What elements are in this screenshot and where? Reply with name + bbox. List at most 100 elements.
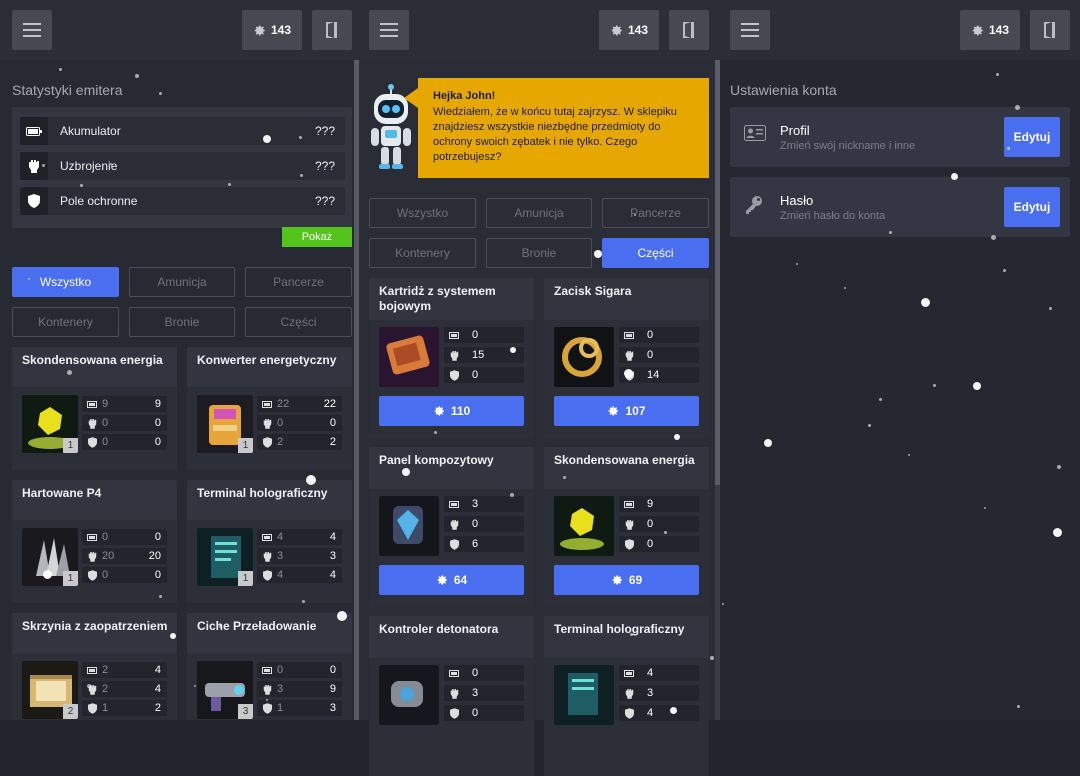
menu-button[interactable] [369,10,409,50]
coins-counter[interactable]: 143 [599,10,659,50]
stat-value: ??? [314,124,335,138]
item-name: Skondensowana energia [22,353,163,367]
top-bar: 143 [720,0,1080,60]
stat-value: 0 [472,707,479,719]
buy-button[interactable]: 69 [554,565,699,595]
battery-icon [257,666,277,674]
shop-card[interactable]: Zacisk Sigara 0 0 14 107 [544,278,709,438]
base-value: 3 [277,550,284,562]
gear-icon [434,406,444,416]
stat-value: 0 [472,329,479,341]
price: 110 [450,404,471,418]
menu-button[interactable] [730,10,770,50]
logout-button[interactable] [1030,10,1070,50]
tab-1[interactable]: Amunicja [486,198,592,228]
stat-value: 3 [647,687,654,699]
fist-icon [619,688,639,699]
snowflake [920,297,930,307]
shop-card[interactable]: Panel kompozytowy 3 0 6 64 [369,447,534,607]
profile-title: Profil [780,123,810,138]
item-image [554,496,614,556]
inventory-card[interactable]: Konwerter energetyczny 1 22 22 0 0 2 2 [187,347,352,470]
total-value: 0 [154,436,161,448]
snowflake [722,603,724,605]
show-button[interactable]: Pokaż [282,227,352,247]
edit-password-button[interactable]: Edytuj [1004,187,1060,227]
stat-row: 99 [82,396,167,412]
item-image: 1 [197,528,253,586]
quantity-badge: 1 [238,438,253,453]
total-value: 0 [154,569,161,581]
edit-profile-button[interactable]: Edytuj [1004,117,1060,157]
top-bar: 143 [0,0,359,60]
tab-3[interactable]: Kontenery [369,238,476,268]
item-image [554,665,614,725]
base-value: 0 [102,569,109,581]
shop-card[interactable]: Skondensowana energia 9 0 0 69 [544,447,709,607]
stat-row: 3 [444,685,524,701]
top-bar: 143 [359,0,720,60]
buy-button[interactable]: 107 [554,396,699,426]
logout-button[interactable] [312,10,352,50]
stat-row: 33 [257,548,342,564]
base-value: 4 [277,531,284,543]
snowflake [764,439,772,447]
tab-2[interactable]: Pancerze [602,198,709,228]
snowflake [973,382,981,390]
fist-icon [257,684,277,695]
snowflake [594,250,602,258]
menu-button[interactable] [12,10,52,50]
tab-5[interactable]: Części [245,307,352,337]
stat-row: 4 [619,665,699,681]
battery-icon [444,669,464,677]
password-subtitle: Zmień hasło do konta [780,210,886,222]
buy-button[interactable]: 110 [379,396,524,426]
base-value: 2 [277,436,284,448]
fist-icon [82,418,102,429]
coins-counter[interactable]: 143 [242,10,302,50]
shop-card[interactable]: Terminal holograficzny 4 3 4 [544,616,709,776]
snowflake [669,706,677,714]
base-value: 4 [277,569,284,581]
stat-value: 0 [647,329,654,341]
buy-button[interactable]: 64 [379,565,524,595]
total-value: 4 [329,531,336,543]
inventory-card[interactable]: Ciche Przeładowanie 3 0 0 3 9 1 3 [187,613,352,720]
inventory-card[interactable]: Skondensowana energia 1 9 9 0 0 0 0 [12,347,177,470]
base-value: 0 [277,417,284,429]
snowflake [58,67,62,71]
gear-icon [437,575,447,585]
total-value: 2 [154,702,161,714]
fist-icon [82,551,102,562]
tab-0[interactable]: Wszystko [12,267,119,297]
section-title: Ustawienia konta [730,82,837,98]
snowflake [227,182,231,186]
coins-counter[interactable]: 143 [960,10,1020,50]
tab-2[interactable]: Pancerze [245,267,352,297]
snowflake [796,263,798,265]
gear-icon [611,24,622,36]
item-image: 1 [22,395,78,453]
profile-subtitle: Zmień swój nickname i inne [780,140,916,152]
battery-icon [444,500,464,508]
snowflake [402,468,410,476]
tab-0[interactable]: Wszystko [369,198,476,228]
inventory-card[interactable]: Skrzynia z zaopatrzeniem 2 2 4 2 4 1 2 [12,613,177,720]
fist-icon [444,519,464,530]
tab-4[interactable]: Bronie [129,307,235,337]
shop-card[interactable]: Kartridż z systemem bojowym 0 15 0 110 [369,278,534,438]
stat-row: 0 [619,327,699,343]
snowflake [1014,104,1020,110]
total-value: 2 [329,436,336,448]
logout-button[interactable] [669,10,709,50]
stat-row: 0 [619,347,699,363]
shop-card[interactable]: Kontroler detonatora 0 3 0 [369,616,534,776]
inventory-card[interactable]: Hartowane P4 1 0 0 20 20 0 0 [12,480,177,603]
inventory-card[interactable]: Terminal holograficzny 1 4 4 3 3 4 4 [187,480,352,603]
tab-3[interactable]: Kontenery [12,307,119,337]
snowflake [932,383,936,387]
tab-4[interactable]: Bronie [486,238,592,268]
stat-value: 0 [472,369,479,381]
tab-5[interactable]: Części [602,238,709,268]
tab-1[interactable]: Amunicja [129,267,235,297]
